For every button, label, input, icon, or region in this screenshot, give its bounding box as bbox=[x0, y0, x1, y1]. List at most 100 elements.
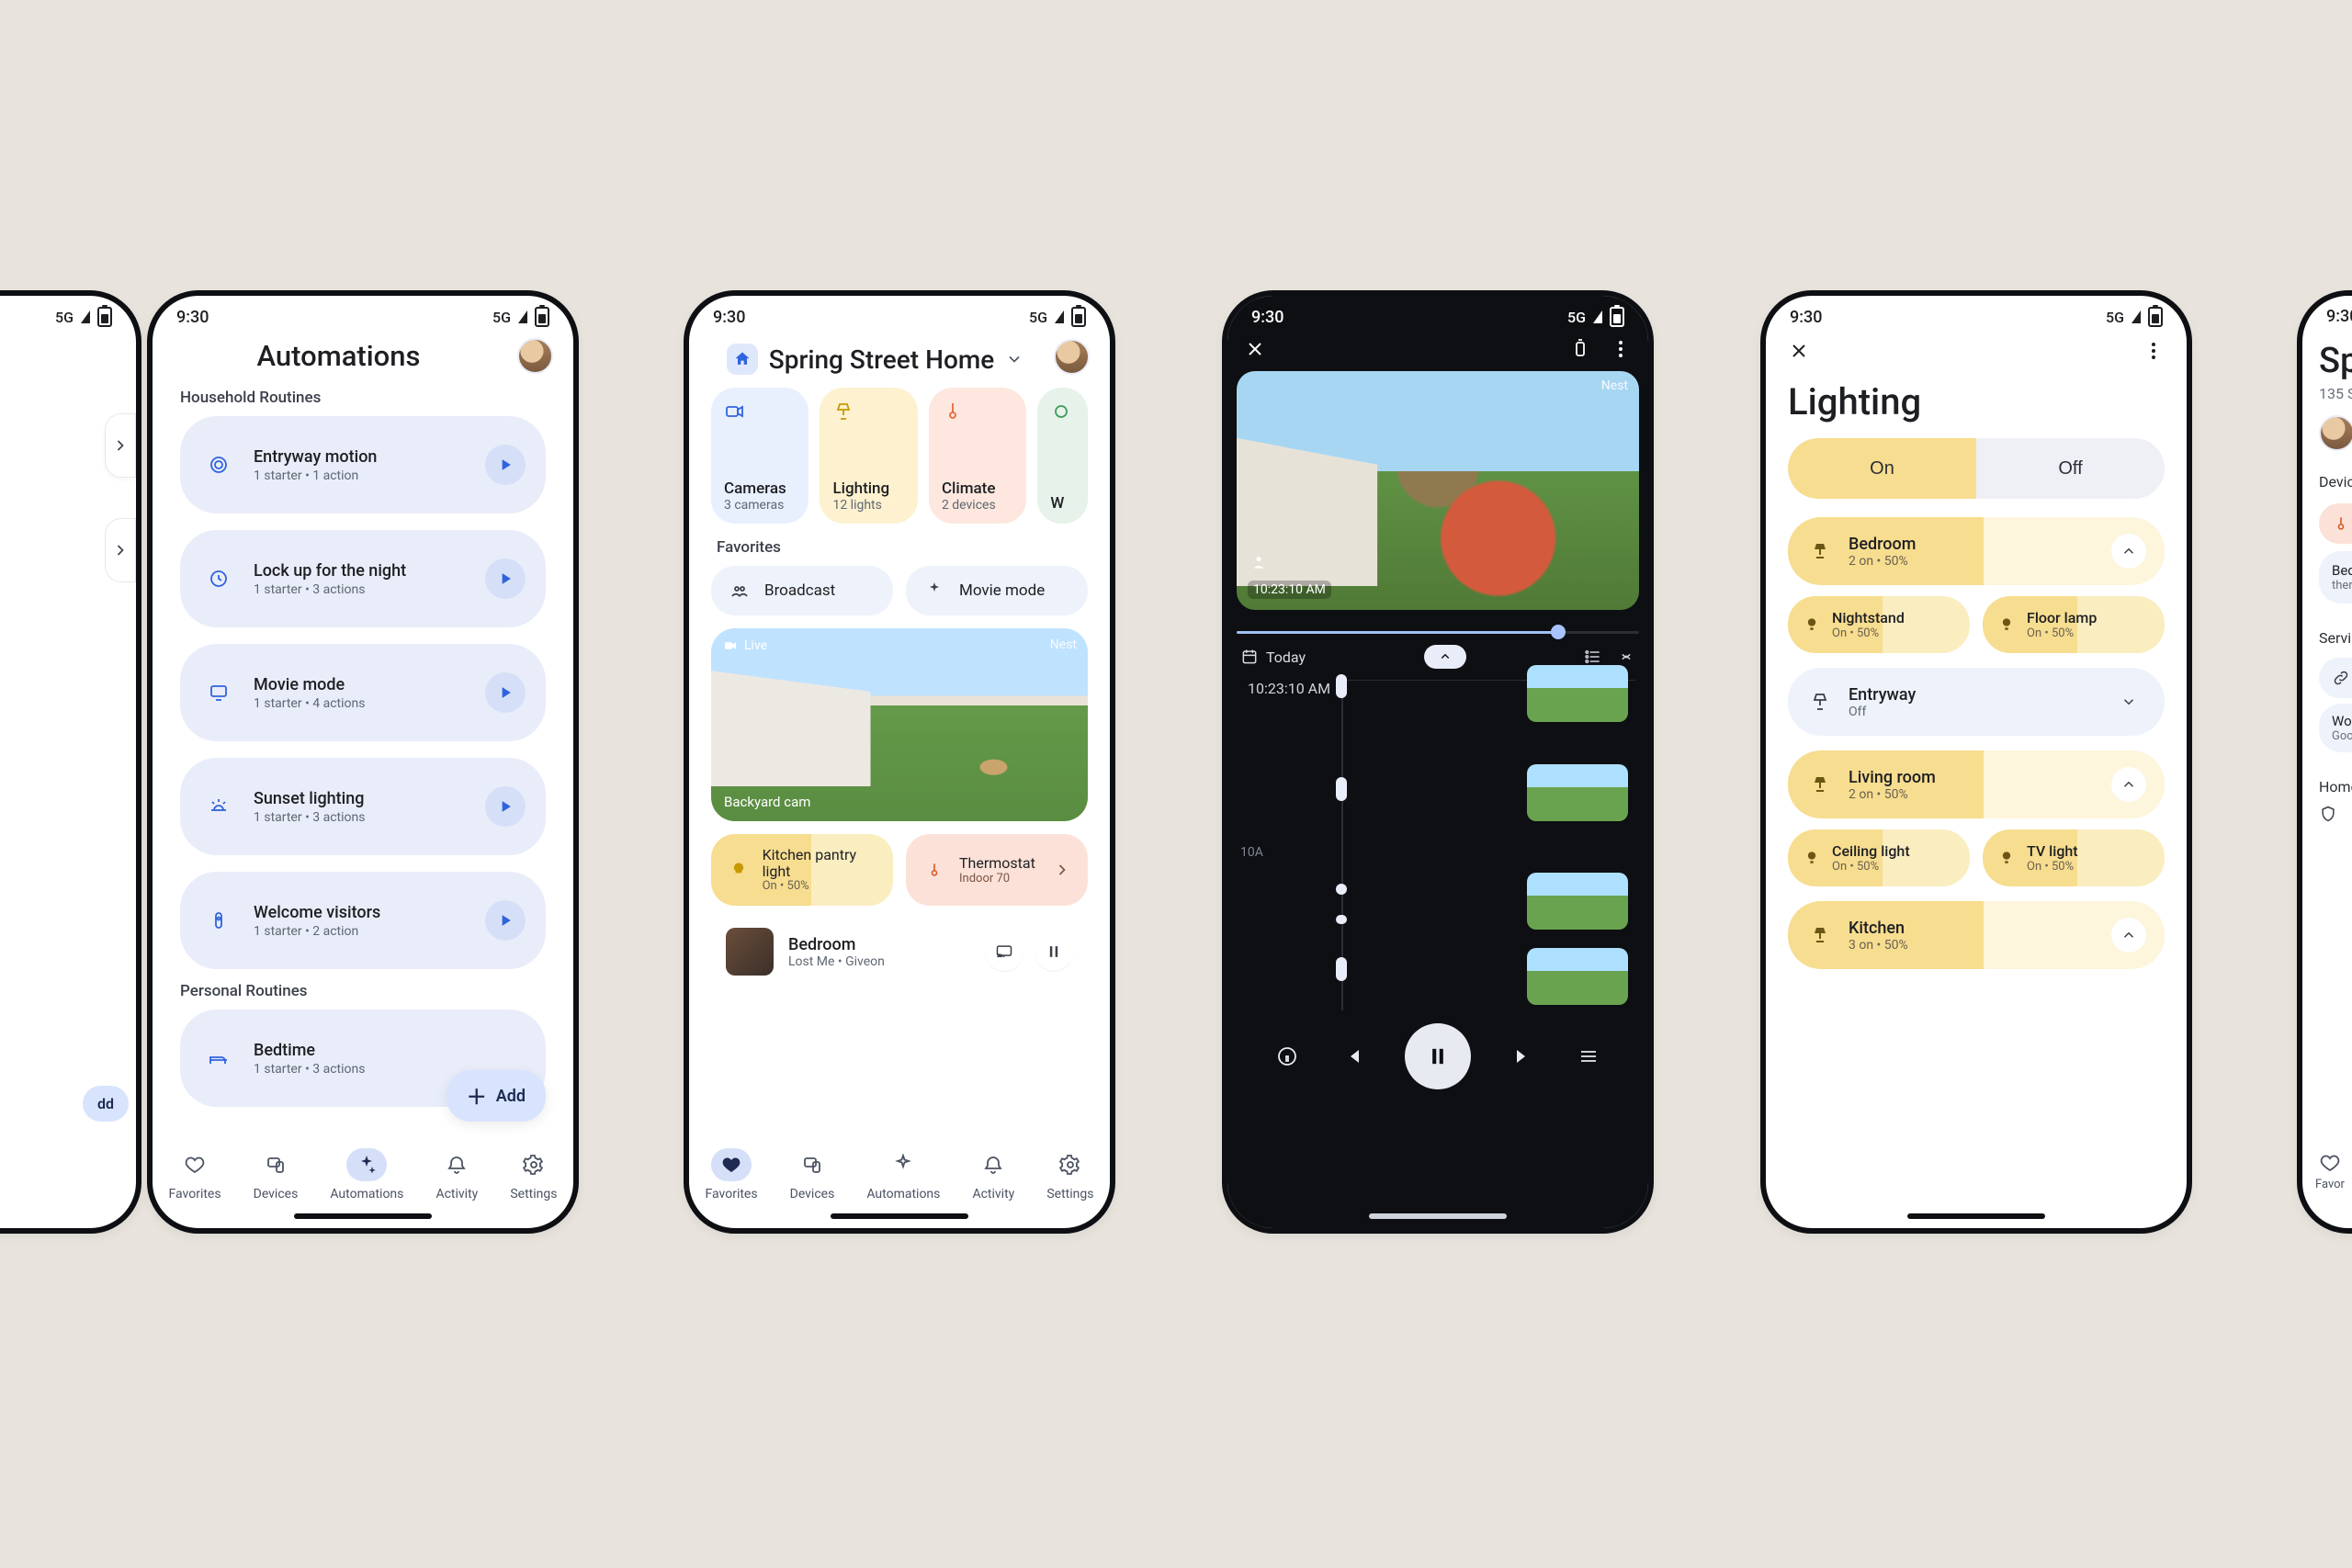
battery-saver-icon[interactable] bbox=[1569, 338, 1591, 360]
chevron-down-icon[interactable] bbox=[1005, 350, 1023, 368]
prev-icon[interactable] bbox=[1340, 1045, 1363, 1067]
section-household: Household Routines bbox=[180, 389, 546, 407]
timeline-thumb-3[interactable] bbox=[1527, 873, 1628, 930]
pause-button[interactable] bbox=[1405, 1023, 1471, 1089]
motion-icon bbox=[200, 446, 237, 483]
chevron-up-icon[interactable] bbox=[2111, 767, 2146, 802]
chip-partial[interactable]: W bbox=[1037, 388, 1088, 524]
timeline-thumb-2[interactable] bbox=[1527, 764, 1628, 821]
group-kitchen[interactable]: Kitchen3 on • 50% bbox=[1788, 901, 2165, 969]
tab-settings[interactable]: Settings bbox=[510, 1148, 557, 1201]
media-card[interactable]: BedroomLost Me • Giveon bbox=[711, 919, 1088, 985]
tab-favorites[interactable]: Favorites bbox=[169, 1148, 221, 1201]
timeline-thumb-1[interactable] bbox=[1527, 665, 1628, 722]
routine-movie[interactable]: Movie mode1 starter • 4 actions bbox=[180, 644, 546, 741]
signal-icon bbox=[1055, 310, 1064, 323]
status-time: 9:30 bbox=[176, 308, 209, 327]
light-nightstand[interactable]: NightstandOn • 50% bbox=[1788, 596, 1970, 653]
segment-off[interactable]: Off bbox=[1976, 438, 2165, 499]
more-icon[interactable] bbox=[2143, 340, 2165, 362]
phone-partial-right: 9:30 Sp 135 S Device Bed ther Servic bbox=[2297, 290, 2352, 1234]
broadcast-card[interactable]: Broadcast bbox=[711, 566, 893, 615]
tab-automations[interactable]: Automations bbox=[866, 1148, 940, 1201]
condense-icon[interactable] bbox=[1617, 648, 1635, 666]
group-entryway[interactable]: EntrywayOff bbox=[1788, 668, 2165, 736]
lamp-icon bbox=[1806, 771, 1834, 798]
home-title[interactable]: Spring Street Home bbox=[769, 344, 994, 375]
routine-sunset[interactable]: Sunset lighting1 starter • 3 actions bbox=[180, 758, 546, 855]
shield-icon bbox=[2319, 805, 2337, 823]
light-floorlamp[interactable]: Floor lampOn • 50% bbox=[1983, 596, 2165, 653]
person-icon bbox=[1250, 553, 1268, 571]
group-bedroom[interactable]: Bedroom2 on • 50% bbox=[1788, 517, 2165, 585]
tab-favorites[interactable]: Favorites bbox=[706, 1148, 758, 1201]
pause-icon[interactable] bbox=[1035, 932, 1073, 971]
add-button[interactable]: ＋Add bbox=[447, 1070, 546, 1122]
lamp-icon bbox=[1806, 537, 1834, 565]
segment-on[interactable]: On bbox=[1788, 438, 1976, 499]
avatar[interactable] bbox=[1054, 339, 1090, 375]
sunset-icon bbox=[200, 788, 237, 825]
tab-automations[interactable]: Automations bbox=[330, 1148, 403, 1201]
avatar[interactable] bbox=[2319, 415, 2352, 451]
chevron-up-icon[interactable] bbox=[2111, 534, 2146, 569]
tab-activity[interactable]: Activity bbox=[972, 1148, 1014, 1201]
light-tv[interactable]: TV lightOn • 50% bbox=[1983, 829, 2165, 886]
phone-automations: 9:30 5G Automations Household Routines E… bbox=[147, 290, 579, 1234]
collapse-toggle[interactable] bbox=[1424, 645, 1466, 669]
play-icon[interactable] bbox=[485, 900, 526, 941]
chip-lighting[interactable]: Lighting12 lights bbox=[820, 388, 917, 524]
section-personal: Personal Routines bbox=[180, 982, 546, 1000]
date-picker[interactable]: Today bbox=[1240, 648, 1306, 666]
kitchen-card[interactable]: Kitchen pantry lightOn • 50% bbox=[711, 834, 893, 906]
on-off-segment[interactable]: On Off bbox=[1788, 438, 2165, 499]
chevron-right-icon bbox=[1053, 861, 1071, 879]
scrubber[interactable] bbox=[1237, 617, 1639, 634]
avatar[interactable] bbox=[517, 338, 553, 374]
home-icon[interactable] bbox=[727, 344, 758, 375]
heart-icon[interactable] bbox=[2319, 1152, 2341, 1174]
tab-activity[interactable]: Activity bbox=[435, 1148, 478, 1201]
tab-devices[interactable]: Devices bbox=[254, 1148, 299, 1201]
page-title: Automations bbox=[173, 339, 504, 373]
close-icon[interactable] bbox=[1244, 338, 1266, 360]
group-livingroom[interactable]: Living room2 on • 50% bbox=[1788, 750, 2165, 818]
routine-welcome[interactable]: Welcome visitors1 starter • 2 action bbox=[180, 872, 546, 969]
play-icon[interactable] bbox=[485, 558, 526, 599]
phone-partial-left: 9:30 5G dd ttings bbox=[0, 290, 141, 1234]
more-icon[interactable] bbox=[1610, 338, 1632, 360]
hour-label: 10A bbox=[1240, 845, 1263, 860]
info-icon[interactable] bbox=[1276, 1045, 1298, 1067]
lamp-icon bbox=[1806, 688, 1834, 716]
tab-settings[interactable]: Settings bbox=[1046, 1148, 1093, 1201]
next-icon[interactable] bbox=[1513, 1045, 1535, 1067]
menu-icon[interactable] bbox=[1577, 1045, 1600, 1067]
signal-icon bbox=[1593, 310, 1602, 323]
chevron-up-icon[interactable] bbox=[2111, 918, 2146, 953]
close-icon[interactable] bbox=[1788, 340, 1810, 362]
play-icon[interactable] bbox=[485, 786, 526, 827]
chevron-down-icon[interactable] bbox=[2111, 684, 2146, 719]
cast-icon[interactable] bbox=[985, 932, 1023, 971]
bed-icon bbox=[200, 1040, 237, 1077]
play-icon[interactable] bbox=[485, 672, 526, 713]
bulb-icon bbox=[1803, 849, 1821, 867]
moviemode-card[interactable]: Movie mode bbox=[906, 566, 1088, 615]
play-icon[interactable] bbox=[485, 445, 526, 485]
routine-entryway[interactable]: Entryway motion1 starter • 1 action bbox=[180, 416, 546, 513]
light-ceiling[interactable]: Ceiling lightOn • 50% bbox=[1788, 829, 1970, 886]
thermostat-card[interactable]: ThermostatIndoor 70 bbox=[906, 834, 1088, 906]
timeline-thumb-4[interactable] bbox=[1527, 948, 1628, 1005]
camera-tile[interactable]: Live Nest Backyard cam bbox=[711, 628, 1088, 821]
list-icon[interactable] bbox=[1584, 648, 1602, 666]
gesture-bar bbox=[294, 1213, 432, 1219]
calendar-icon bbox=[1240, 648, 1259, 666]
signal-icon bbox=[518, 310, 527, 323]
edge-left-add[interactable]: dd bbox=[97, 1095, 114, 1112]
chip-cameras[interactable]: Cameras3 cameras bbox=[711, 388, 808, 524]
video-player[interactable]: Nest 10:23:10 AM bbox=[1237, 371, 1639, 610]
tab-devices[interactable]: Devices bbox=[790, 1148, 835, 1201]
chip-climate[interactable]: Climate2 devices bbox=[929, 388, 1026, 524]
routine-lockup[interactable]: Lock up for the night1 starter • 3 actio… bbox=[180, 530, 546, 627]
camera-caption: Backyard cam bbox=[724, 794, 810, 810]
